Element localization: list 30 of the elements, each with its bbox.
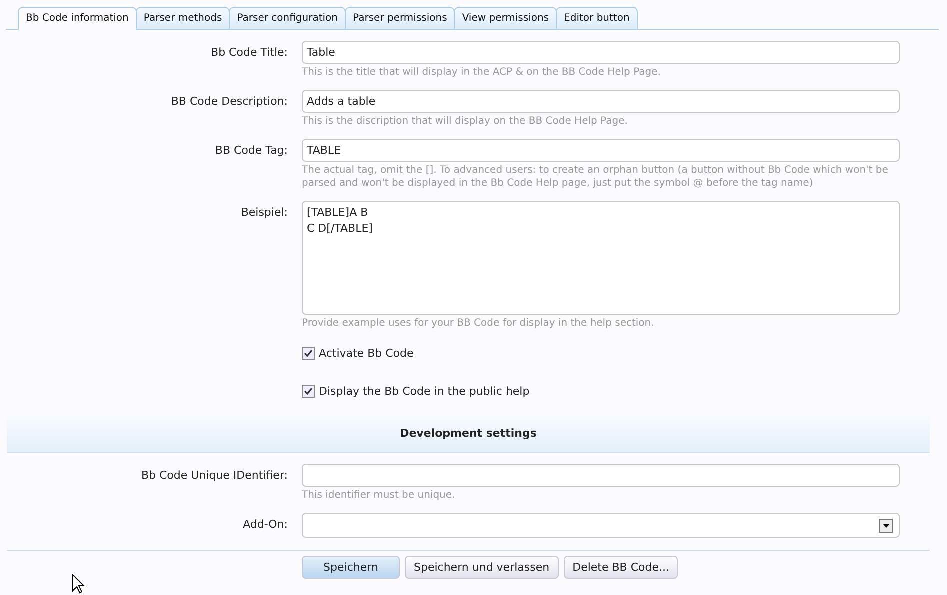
checkbox[interactable] bbox=[302, 384, 315, 398]
text-area[interactable]: [TABLE]A B C D[/TABLE] bbox=[302, 201, 900, 315]
field-hint: This is the title that will display in the ACP & on the BB Code Help Page. bbox=[302, 66, 662, 79]
tab[interactable]: Parser methods bbox=[136, 7, 230, 29]
action-button[interactable]: Speichern und verlassen bbox=[405, 556, 559, 579]
tab[interactable]: Parser permissions bbox=[345, 7, 456, 29]
tab[interactable]: Bb Code information bbox=[18, 7, 137, 30]
tab[interactable]: Parser configuration bbox=[229, 7, 346, 29]
action-button[interactable]: Delete BB Code... bbox=[564, 556, 678, 579]
save-button[interactable]: Speichern bbox=[302, 556, 400, 579]
field-hint: Provide example uses for your BB Code for display in the help section. bbox=[302, 317, 656, 330]
field-label: Bb Code Title: bbox=[210, 45, 288, 59]
field-label: Add-On: bbox=[242, 517, 288, 531]
field-label: BB Code Tag: bbox=[214, 143, 288, 157]
checkbox[interactable] bbox=[302, 346, 315, 360]
input-field[interactable] bbox=[302, 464, 900, 487]
tab[interactable]: View permissions bbox=[454, 7, 558, 29]
checkbox-label: Display the Bb Code in the public help bbox=[319, 384, 530, 398]
input-field[interactable]: TABLE bbox=[302, 139, 900, 162]
input-field[interactable]: Adds a table bbox=[302, 90, 900, 113]
checkbox-label: Activate Bb Code bbox=[319, 346, 414, 360]
tab[interactable]: Editor button bbox=[556, 7, 638, 29]
field-hint: This is the discription that will display on the BB Code Help Page. bbox=[302, 115, 629, 128]
field-hint: The actual tag, omit the []. To advanced users: to create an orphan button (a button without Bb Code which won't be parsed and won't be displayed in the Bb Code Help page, just put the symbol @ before the tag name) bbox=[302, 164, 890, 190]
section-heading: Development settings bbox=[7, 416, 930, 453]
field-label: Bb Code Unique IDentifier: bbox=[140, 468, 288, 482]
input-field[interactable]: Table bbox=[302, 41, 900, 64]
field-label: BB Code Description: bbox=[170, 94, 288, 108]
field-label: Beispiel: bbox=[240, 205, 288, 219]
field-hint: This identifier must be unique. bbox=[302, 489, 456, 502]
